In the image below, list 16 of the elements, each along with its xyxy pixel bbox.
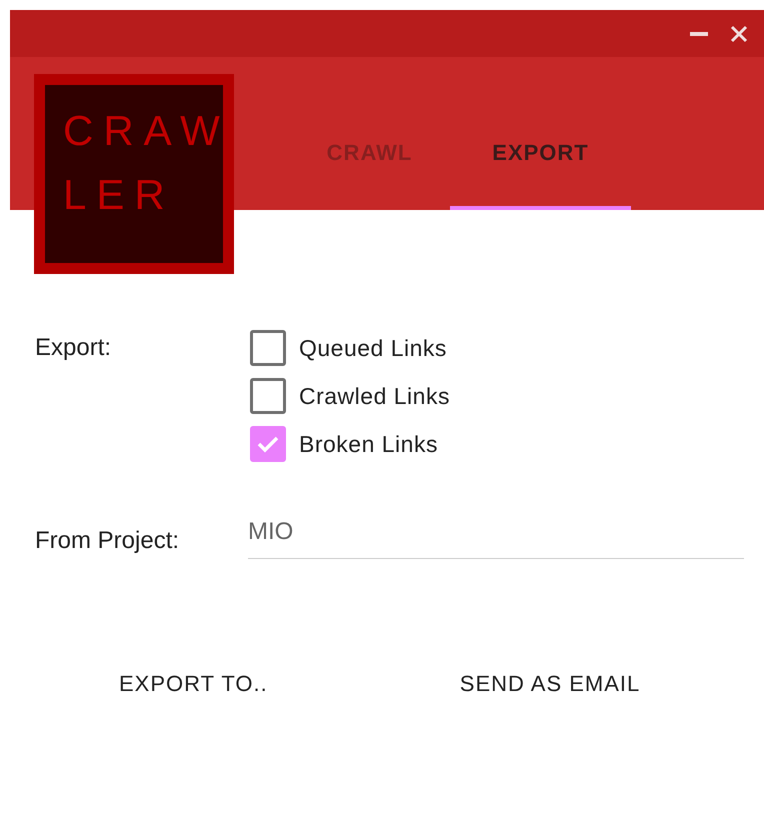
close-icon[interactable] [730,24,748,42]
logo-text: LER [63,170,175,220]
checkbox-label: Crawled Links [299,382,450,411]
checkbox[interactable] [250,378,286,414]
minimize-icon[interactable] [690,32,708,36]
check-icon [257,435,279,453]
checkbox[interactable] [250,330,286,366]
checkbox-label: Broken Links [299,430,438,459]
text-button[interactable]: SEND AS EMAIL [448,659,652,708]
logo-text: CRAW [63,106,230,156]
checkbox-label: Queued Links [299,334,447,363]
checkbox[interactable] [250,426,286,462]
export-label: Export: [35,333,112,363]
project-label: From Project: [35,526,180,556]
project-field[interactable]: MIO [248,514,744,559]
text-button[interactable]: EXPORT TO.. [107,659,280,708]
